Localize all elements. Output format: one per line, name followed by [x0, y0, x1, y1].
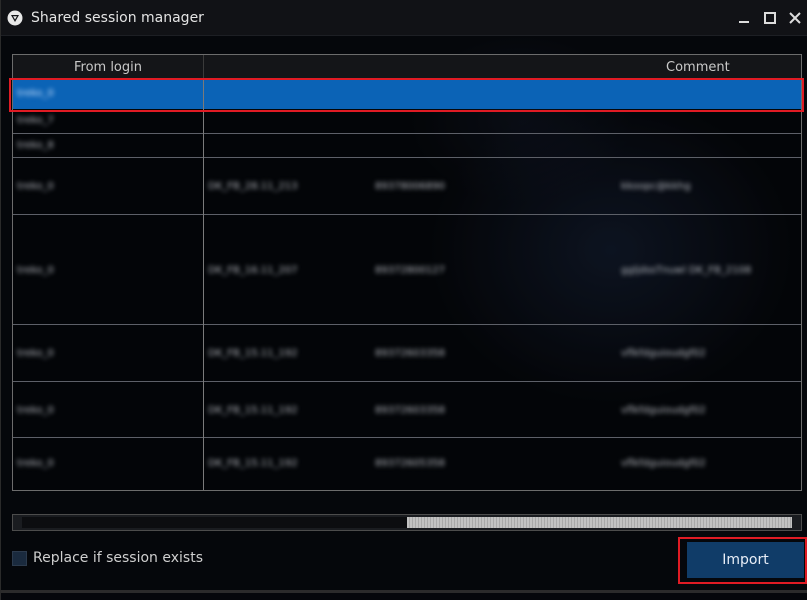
replace-session-label[interactable]: Replace if session exists	[33, 550, 203, 566]
session-name-cell: DK_FB_16.11_207	[208, 265, 298, 276]
phone-cell: 89372800127	[375, 265, 445, 276]
app-logo-icon	[7, 10, 23, 26]
table-row[interactable]: treko_7	[13, 109, 801, 134]
session-name-cell: DK_FB_15.11_192	[208, 458, 298, 469]
table-row[interactable]: treko_0 DK_FB_15.11_192 89372603358 vflk…	[13, 325, 801, 382]
maximize-icon[interactable]	[761, 9, 779, 27]
import-button-highlight	[678, 537, 807, 584]
table-row[interactable]: treko_0 DK_FB_28.11_213 89378006890 kkoo…	[13, 158, 801, 215]
login-cell: treko_0	[17, 181, 54, 192]
table-row[interactable]: treko_0 DK_FB_15.11_192 89372603358 vflk…	[13, 382, 801, 438]
title-bar: Shared session manager	[1, 0, 807, 36]
phone-cell: 89372605358	[375, 458, 445, 469]
login-cell: treko_0	[17, 458, 54, 469]
shared-session-manager-window: Shared session manager From login Commen…	[0, 0, 807, 600]
window-bottom-border	[1, 590, 807, 593]
scrollbar-thumb[interactable]	[407, 517, 792, 528]
phone-cell: 89372603358	[375, 348, 445, 359]
login-cell: treko_0	[17, 265, 54, 276]
replace-session-checkbox[interactable]	[12, 551, 27, 566]
comment-cell: ggljdssTnuwl DK_FB_2108	[621, 265, 752, 276]
column-header-from-login[interactable]: From login	[13, 55, 204, 80]
login-cell: treko_0	[17, 405, 54, 416]
close-icon[interactable]	[786, 9, 804, 27]
selected-row-highlight	[9, 78, 804, 112]
login-cell: treko_7	[17, 115, 54, 126]
comment-cell: kkoopc@kkhg	[621, 181, 691, 192]
sessions-table: From login Comment treko_0 treko_7 treko…	[12, 54, 802, 491]
comment-cell: vflkfdguioudgf02	[621, 458, 706, 469]
horizontal-scrollbar[interactable]	[12, 514, 802, 531]
column-header-comment[interactable]: Comment	[204, 55, 801, 80]
login-cell: treko_0	[17, 348, 54, 359]
phone-cell: 89372603358	[375, 405, 445, 416]
table-row[interactable]: treko_0 DK_FB_16.11_207 89372800127 gglj…	[13, 215, 801, 325]
login-cell: treko_8	[17, 140, 54, 151]
session-name-cell: DK_FB_28.11_213	[208, 181, 298, 192]
session-name-cell: DK_FB_15.11_192	[208, 405, 298, 416]
window-title: Shared session manager	[31, 10, 204, 26]
column-divider	[203, 80, 204, 490]
session-name-cell: DK_FB_15.11_192	[208, 348, 298, 359]
table-row[interactable]: treko_8	[13, 134, 801, 158]
phone-cell: 89378006890	[375, 181, 445, 192]
table-row[interactable]: treko_0 DK_FB_15.11_192 89372605358 vflk…	[13, 438, 801, 490]
minimize-icon[interactable]	[735, 9, 753, 27]
comment-cell: vflkfdguioudgf02	[621, 348, 706, 359]
column-header-comment-label: Comment	[666, 60, 730, 75]
comment-cell: vflkfdguioudgf02	[621, 405, 706, 416]
